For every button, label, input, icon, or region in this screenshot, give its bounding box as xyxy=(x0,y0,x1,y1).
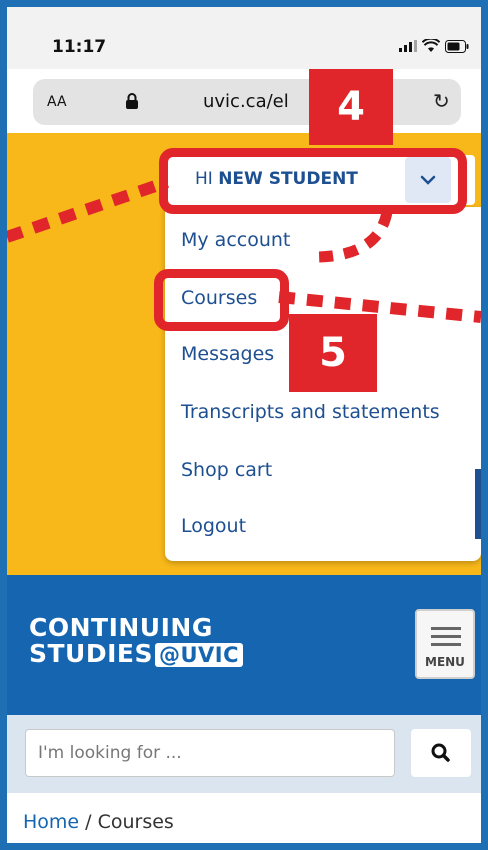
annotation-box-courses xyxy=(154,269,289,331)
url-text[interactable]: uvic.ca/el xyxy=(203,91,289,112)
phone-frame: 11:17 AA uvic.ca/el ↻ HI NEW STUDENT My … xyxy=(0,0,488,850)
breadcrumb-home[interactable]: Home xyxy=(23,811,79,833)
lock-icon xyxy=(126,93,138,109)
site-logo[interactable]: STUDIES @UVIC xyxy=(29,639,244,668)
status-time: 11:17 xyxy=(52,37,107,57)
annotation-dashes xyxy=(7,176,481,323)
search-bar xyxy=(7,715,481,793)
signal-icon xyxy=(399,40,417,52)
menu-button-label: MENU xyxy=(425,655,465,669)
breadcrumb-current: Courses xyxy=(97,811,174,833)
battery-icon xyxy=(445,39,469,53)
breadcrumb: Home / Courses xyxy=(23,811,174,833)
search-input[interactable] xyxy=(26,730,390,776)
logo-line-1: CONTINUING xyxy=(29,613,213,642)
wifi-icon xyxy=(422,39,440,52)
reload-icon[interactable]: ↻ xyxy=(433,89,450,113)
hamburger-icon xyxy=(431,627,461,651)
logo-uvic-badge: @UVIC xyxy=(155,643,244,667)
menu-button[interactable]: MENU xyxy=(415,609,475,679)
search-button[interactable] xyxy=(411,729,471,777)
annotation-step-4: 4 xyxy=(309,69,393,145)
annotation-step-5: 5 xyxy=(289,314,377,392)
search-icon xyxy=(431,743,450,762)
annotation-box-account xyxy=(159,148,467,214)
logo-line-2: STUDIES xyxy=(29,639,153,668)
text-size-button[interactable]: AA xyxy=(47,94,67,110)
search-input-wrapper xyxy=(25,729,395,777)
site-header: CONTINUING STUDIES @UVIC MENU xyxy=(7,575,481,715)
status-bar: 11:17 AA uvic.ca/el ↻ xyxy=(7,7,481,125)
breadcrumb-separator: / xyxy=(79,811,98,833)
address-bar[interactable]: AA uvic.ca/el ↻ xyxy=(33,79,461,125)
status-icons xyxy=(399,39,469,53)
